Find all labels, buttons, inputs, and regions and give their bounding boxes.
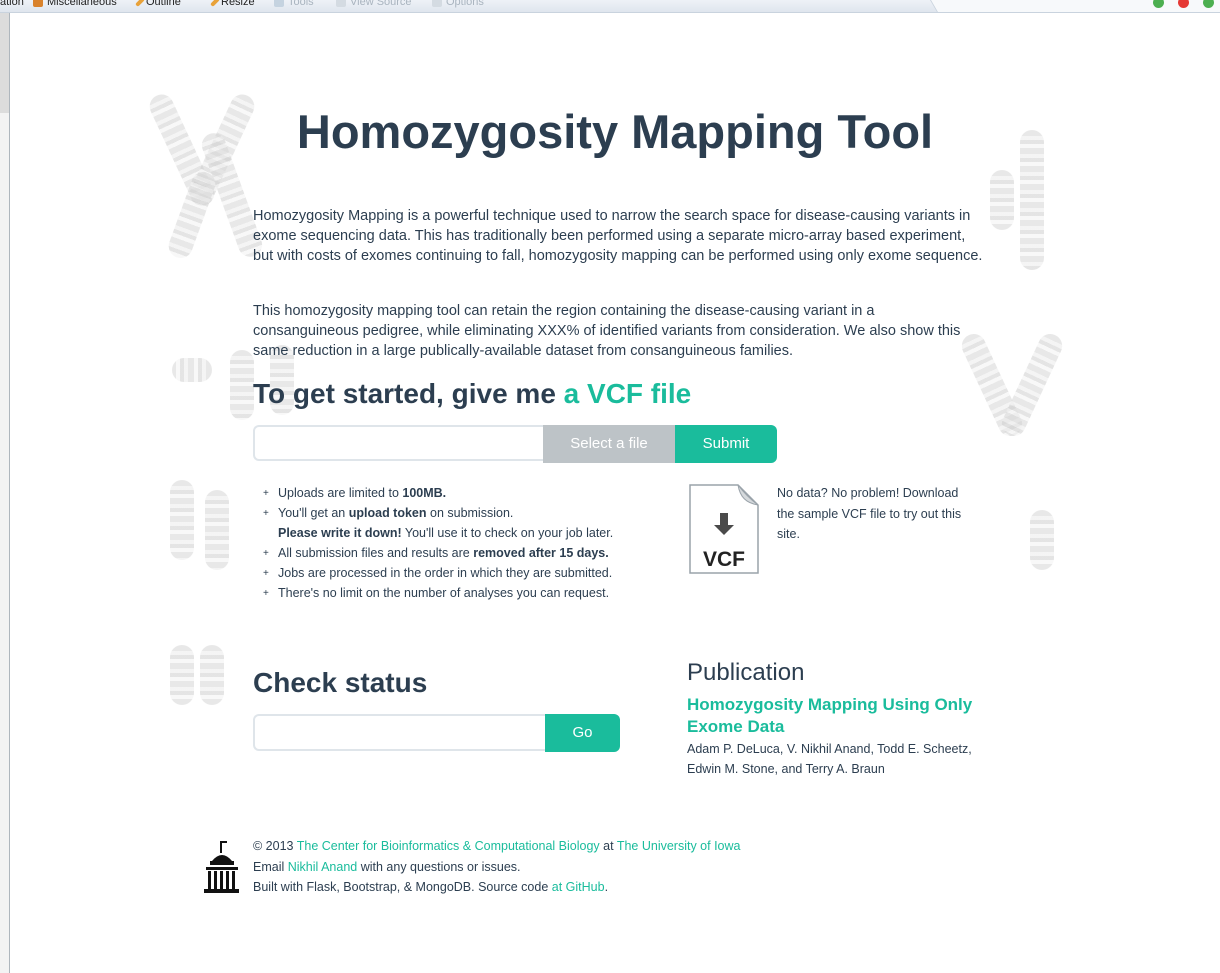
footer-text: . <box>604 880 609 894</box>
footer: © 2013 The Center for Bioinformatics & C… <box>253 836 741 898</box>
note-text: There's no limit on the number of analys… <box>278 586 610 600</box>
list-item: All submission files and results are rem… <box>263 543 613 564</box>
note-text: Jobs are processed in the order in which… <box>278 566 613 580</box>
list-item: Jobs are processed in the order in which… <box>263 563 613 584</box>
intro-paragraph: Homozygosity Mapping is a powerful techn… <box>253 208 983 264</box>
footer-text: with any questions or issues. <box>357 859 521 874</box>
main-content: Homozygosity Mapping Tool Homozygosity M… <box>0 0 1220 973</box>
publication-heading: Publication <box>687 659 805 686</box>
note-emphasis: removed after 15 days. <box>473 546 609 560</box>
list-item: Uploads are limited to 100MB. <box>263 483 613 504</box>
page-title: Homozygosity Mapping Tool <box>296 105 934 158</box>
footer-text: Email <box>253 859 288 874</box>
footer-text: Built with Flask, Bootstrap, & MongoDB. … <box>253 880 552 894</box>
cbcb-link[interactable]: The Center for Bioinformatics & Computat… <box>297 839 600 853</box>
publication-link[interactable]: Homozygosity Mapping Using Only Exome Da… <box>687 694 977 738</box>
email-link[interactable]: Nikhil Anand <box>288 860 358 874</box>
vcf-file-link[interactable]: a VCF file <box>564 378 692 409</box>
note-text: You'll use it to check on your job later… <box>401 526 614 540</box>
sample-download-text[interactable]: No data? No problem! Download the sample… <box>777 483 977 545</box>
footer-text: © 2013 <box>253 839 297 853</box>
footer-line-email: Email Nikhil Anand with any questions or… <box>253 857 741 878</box>
publication-authors: Adam P. DeLuca, V. Nikhil Anand, Todd E.… <box>687 742 972 776</box>
uiowa-link[interactable]: The University of Iowa <box>617 839 741 853</box>
note-text: All submission files and results are <box>278 546 474 560</box>
note-text: You'll get an <box>278 506 349 520</box>
footer-line-copyright: © 2013 The Center for Bioinformatics & C… <box>253 836 741 857</box>
vcf-file-icon[interactable]: VCF <box>688 483 760 575</box>
list-item: You'll get an upload token on submission… <box>263 503 613 524</box>
list-item: Please write it down! You'll use it to c… <box>263 523 613 543</box>
note-emphasis: 100MB. <box>402 486 447 500</box>
note-emphasis: upload token <box>348 506 427 520</box>
note-emphasis: Please write it down! <box>278 526 402 540</box>
note-text: Uploads are limited to <box>278 486 403 500</box>
upload-token-input[interactable] <box>253 714 545 751</box>
upload-heading-text: To get started, give me <box>253 378 556 409</box>
footer-text: at <box>599 839 617 853</box>
footer-line-built: Built with Flask, Bootstrap, & MongoDB. … <box>253 877 741 898</box>
go-button[interactable]: Go <box>545 714 620 752</box>
list-item: There's no limit on the number of analys… <box>263 583 613 604</box>
intro-paragraph: This homozygosity mapping tool can retai… <box>253 303 961 359</box>
file-path-input[interactable] <box>253 425 543 461</box>
upload-heading: To get started, give me a VCF file <box>253 378 691 410</box>
upload-notes-list: Uploads are limited to 100MB. You'll get… <box>263 483 613 604</box>
github-link[interactable]: at GitHub <box>552 880 605 894</box>
check-status-heading: Check status <box>253 667 428 698</box>
select-file-button[interactable]: Select a file <box>543 425 675 463</box>
vcf-icon-label: VCF <box>703 548 745 571</box>
university-logo <box>204 841 239 893</box>
submit-button[interactable]: Submit <box>675 425 777 463</box>
note-text: on submission. <box>426 506 514 520</box>
